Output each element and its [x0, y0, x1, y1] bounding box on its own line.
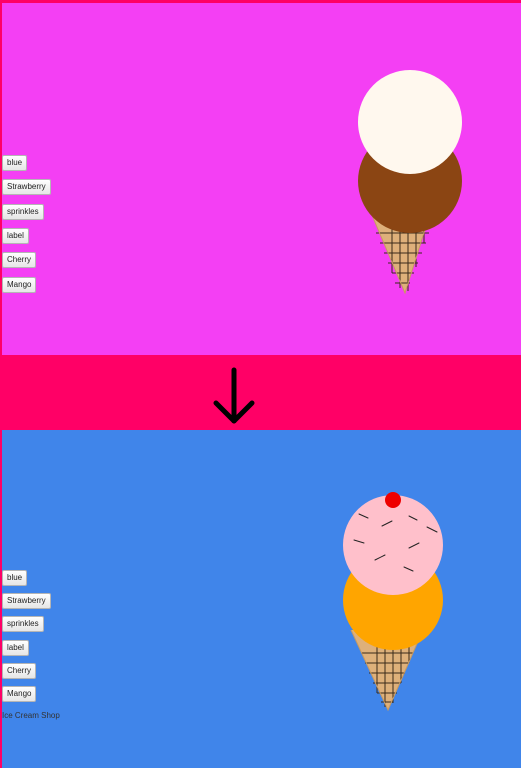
sprinkles-button[interactable]: sprinkles: [2, 616, 44, 632]
shop-label: Ice Cream Shop: [2, 711, 60, 720]
strawberry-button[interactable]: Strawberry: [2, 593, 51, 609]
arrow-down-icon: [207, 366, 261, 426]
cherry-button[interactable]: Cherry: [2, 252, 37, 268]
label-button[interactable]: label: [2, 640, 29, 656]
blue-button[interactable]: blue: [2, 570, 28, 586]
top-scoop: [343, 495, 443, 595]
before-panel: blue Strawberry sprinkles label Cherry M…: [2, 3, 521, 355]
before-ice-cream: [358, 70, 462, 295]
cherry-button[interactable]: Cherry: [2, 663, 37, 679]
blue-button[interactable]: blue: [2, 155, 28, 171]
comparison-frame: blue Strawberry sprinkles label Cherry M…: [0, 0, 521, 768]
mango-button[interactable]: Mango: [2, 686, 37, 702]
strawberry-button[interactable]: Strawberry: [2, 179, 51, 195]
after-panel: blue Strawberry sprinkles label Cherry M…: [2, 430, 521, 768]
mango-button[interactable]: Mango: [2, 277, 37, 293]
label-button[interactable]: label: [2, 228, 29, 244]
cherry: [385, 492, 401, 508]
top-scoop: [358, 70, 462, 174]
after-ice-cream: [343, 492, 443, 712]
sprinkles-button[interactable]: sprinkles: [2, 204, 44, 220]
